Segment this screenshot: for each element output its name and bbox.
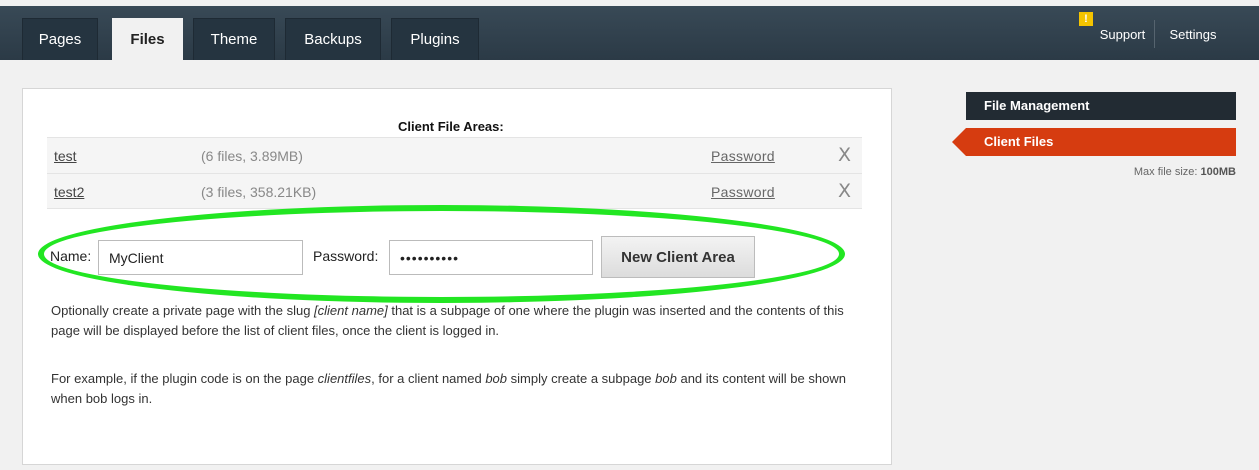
tab-pages[interactable]: Pages [22, 18, 98, 60]
tab-backups[interactable]: Backups [285, 18, 381, 60]
help-paragraph: Optionally create a private page with th… [51, 303, 844, 338]
settings-link[interactable]: Settings [1160, 20, 1226, 48]
support-link[interactable]: Support [1091, 20, 1155, 48]
table-row: test2 (3 files, 358.21KB) Password X [47, 173, 862, 209]
tab-theme[interactable]: Theme [193, 18, 275, 60]
delete-icon[interactable]: X [838, 180, 851, 202]
client-name-input[interactable] [98, 240, 303, 275]
new-client-area-button[interactable]: New Client Area [601, 236, 755, 278]
table-row: test (6 files, 3.89MB) Password X [47, 137, 862, 173]
active-arrow-icon [952, 128, 966, 156]
example-paragraph: For example, if the plugin code is on th… [51, 371, 846, 406]
panel-title: Client File Areas: [398, 119, 504, 134]
top-stripe [0, 0, 1259, 6]
max-file-size: Max file size: 100MB [1133, 166, 1236, 178]
tab-plugins[interactable]: Plugins [391, 18, 479, 60]
password-link[interactable]: Password [711, 184, 775, 200]
password-input[interactable] [389, 240, 593, 275]
client-area-link[interactable]: test [54, 148, 77, 164]
password-label: Password: [313, 248, 379, 264]
top-bar [0, 0, 1259, 60]
sidebar-item-client-files[interactable]: Client Files [966, 128, 1236, 156]
client-area-meta: (3 files, 358.21KB) [201, 184, 317, 200]
tab-files[interactable]: Files [112, 18, 183, 60]
delete-icon[interactable]: X [838, 144, 851, 166]
client-area-link[interactable]: test2 [54, 184, 84, 200]
sidebar-heading: File Management [966, 92, 1236, 120]
client-area-meta: (6 files, 3.89MB) [201, 148, 303, 164]
password-link[interactable]: Password [711, 148, 775, 164]
client-files-panel: Client File Areas: test (6 files, 3.89MB… [22, 88, 892, 465]
name-label: Name: [50, 248, 92, 264]
